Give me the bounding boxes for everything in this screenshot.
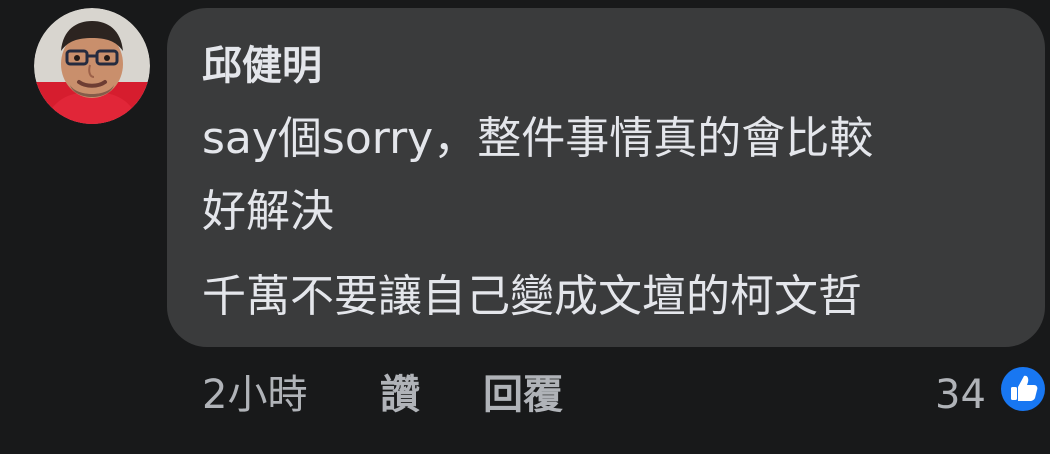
thumbs-up-icon bbox=[1001, 367, 1045, 411]
avatar-image bbox=[34, 8, 150, 124]
comment-text-line-3: 千萬不要讓自己變成文壇的柯文哲 bbox=[202, 271, 862, 322]
comment-author[interactable]: 邱健明 bbox=[202, 38, 322, 94]
like-reaction-badge[interactable] bbox=[998, 364, 1048, 414]
like-button[interactable]: 讚 bbox=[380, 366, 420, 424]
reply-button[interactable]: 回覆 bbox=[483, 366, 563, 424]
avatar[interactable] bbox=[34, 8, 150, 124]
comment-screen: 邱健明 say個sorry，整件事情真的會比較 好解決 千萬不要讓自己變成文壇的… bbox=[0, 0, 1050, 454]
comment-text-line-2: 好解決 bbox=[202, 186, 334, 237]
comment-text-line-1: say個sorry，整件事情真的會比較 bbox=[202, 113, 874, 164]
comment-timestamp[interactable]: 2小時 bbox=[202, 366, 307, 424]
reaction-count[interactable]: 34 bbox=[935, 366, 986, 424]
